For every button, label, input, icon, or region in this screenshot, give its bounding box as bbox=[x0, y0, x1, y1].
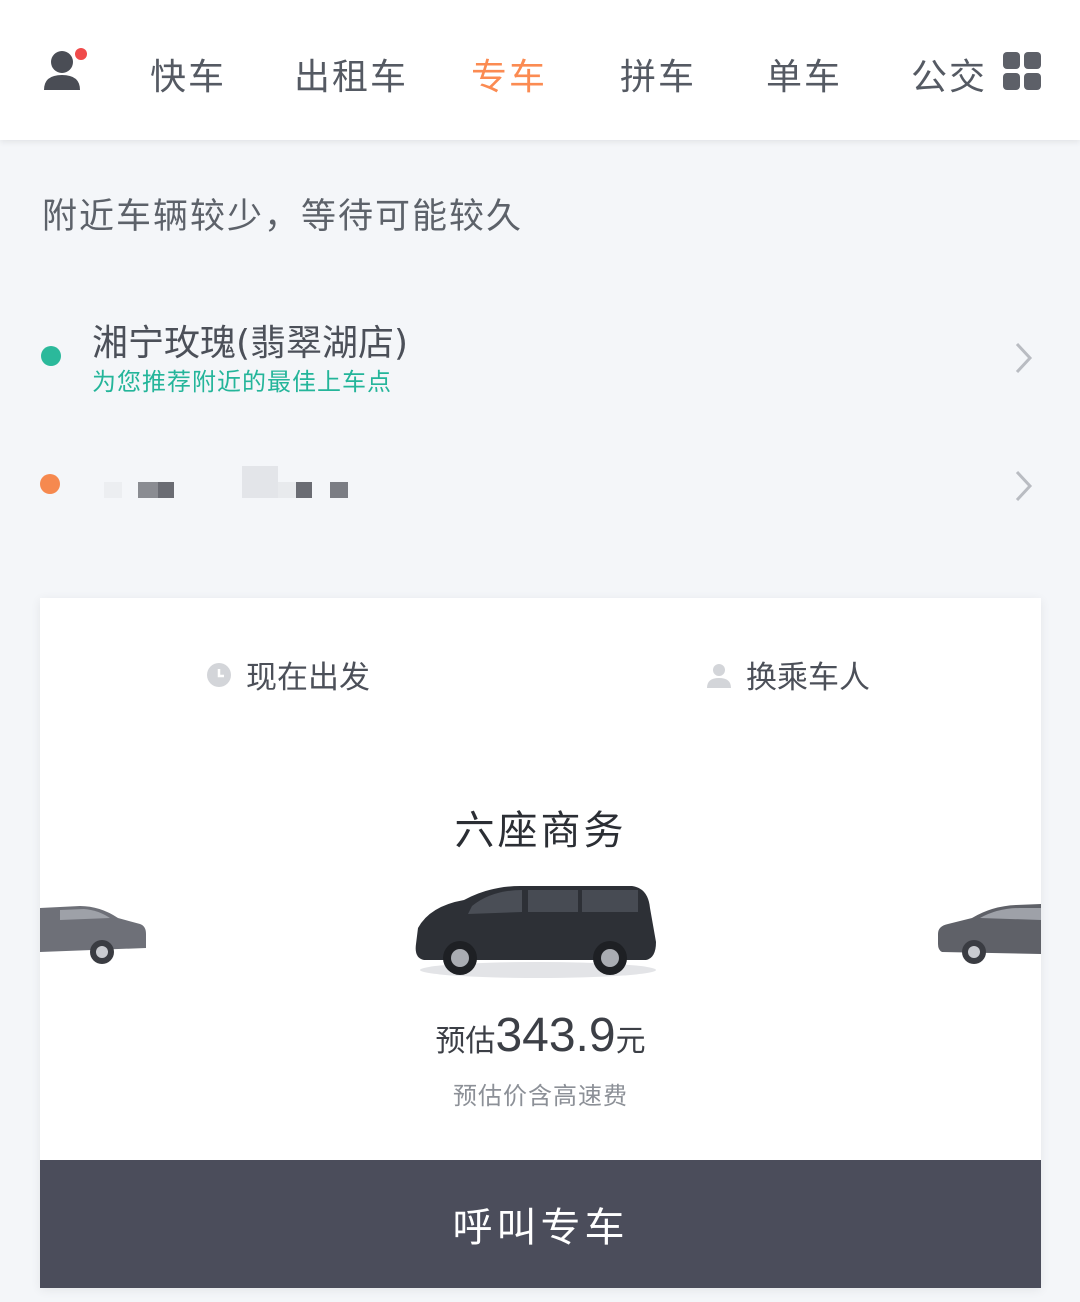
top-nav-bar: 快车 出租车 专车 拼车 单车 公交 bbox=[0, 0, 1080, 140]
price-unit: 元 bbox=[615, 1024, 646, 1059]
chevron-right-icon bbox=[1012, 466, 1036, 506]
tab-express[interactable]: 快车 bbox=[150, 48, 226, 100]
wait-notice: 附近车辆较少，等待可能较久 bbox=[42, 197, 524, 237]
person-icon bbox=[706, 660, 732, 688]
price-note: 预估价含高速费 bbox=[453, 1082, 628, 1110]
user-avatar-icon[interactable] bbox=[40, 44, 92, 96]
price-estimate: 预估343.9元 bbox=[40, 1008, 1041, 1063]
price-prefix: 预估 bbox=[435, 1024, 496, 1059]
call-premier-button[interactable]: 呼叫专车 bbox=[40, 1160, 1041, 1288]
tab-carpool[interactable]: 拼车 bbox=[620, 48, 696, 100]
passenger-label: 换乘车人 bbox=[746, 660, 870, 696]
tab-taxi[interactable]: 出租车 bbox=[294, 48, 408, 100]
depart-label: 现在出发 bbox=[246, 660, 370, 696]
destination-dot-icon bbox=[40, 474, 60, 494]
sedan-right-image[interactable] bbox=[936, 898, 1041, 974]
tab-premier[interactable]: 专车 bbox=[471, 48, 547, 100]
sedan-left-image[interactable] bbox=[40, 896, 150, 972]
price-value: 343.9 bbox=[495, 1009, 616, 1062]
pickup-name: 湘宁玫瑰(翡翠湖店) bbox=[92, 323, 409, 364]
car-type-title: 六座商务 bbox=[454, 808, 627, 854]
van-image[interactable] bbox=[410, 878, 660, 987]
clock-icon bbox=[206, 660, 232, 687]
pickup-hint: 为您推荐附近的最佳上车点 bbox=[92, 368, 392, 396]
tab-bus[interactable]: 公交 bbox=[911, 48, 987, 100]
grid-menu-icon[interactable] bbox=[1003, 52, 1041, 90]
destination-location-row[interactable] bbox=[0, 440, 1080, 530]
ride-card: 现在出发 换乘车人 六座商务 预估343.9元 预估价含高速费 呼叫专车 bbox=[40, 598, 1041, 1288]
pickup-location-row[interactable]: 湘宁玫瑰(翡翠湖店) 为您推荐附近的最佳上车点 bbox=[0, 300, 1080, 410]
pickup-dot-icon bbox=[41, 346, 61, 366]
tab-bike[interactable]: 单车 bbox=[766, 48, 842, 100]
chevron-right-icon bbox=[1012, 338, 1036, 378]
